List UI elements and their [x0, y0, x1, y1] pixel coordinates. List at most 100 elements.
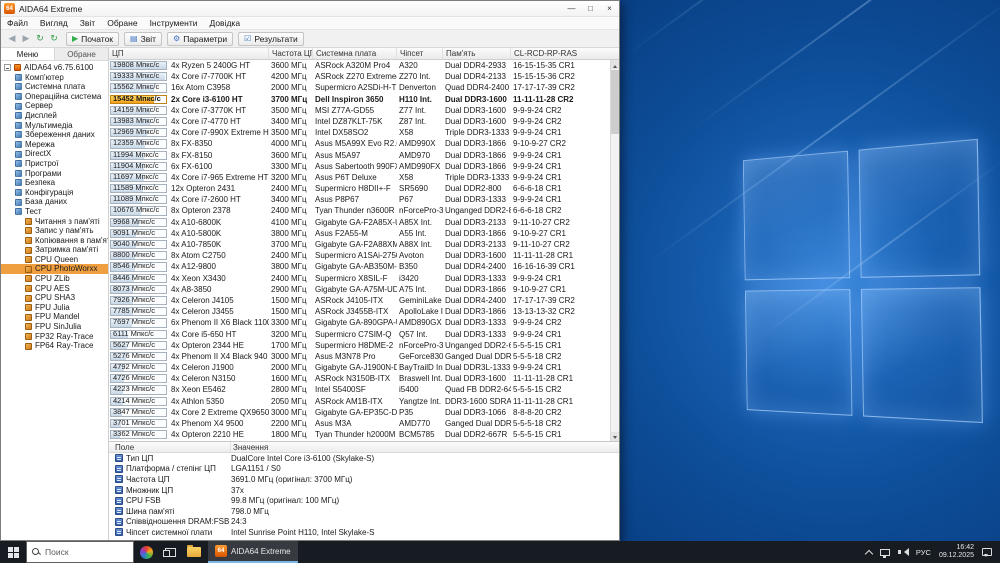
sidebar-item[interactable]: DirectX	[1, 149, 108, 159]
result-row[interactable]: 7926 Мпкс/с 4x Celeron J4105 1500 МГц AS…	[109, 295, 610, 306]
benchmark-item[interactable]: Копіювання в пам'яті	[1, 236, 108, 246]
field-row[interactable]: Частота ЦП 3691.0 МГц (оригінал: 3700 МГ…	[109, 474, 619, 485]
result-row[interactable]: 13983 Мпкс/с 4x Core i7-4770 HT 3400 МГц…	[109, 116, 610, 127]
taskbar-clock[interactable]: 16:42 09.12.2025	[939, 544, 974, 560]
result-row[interactable]: 14159 Мпкс/с 4x Core i7-3770K HT 3500 МГ…	[109, 105, 610, 116]
sidebar-item[interactable]: Програми	[1, 169, 108, 179]
report-button[interactable]: ▤ Звіт	[124, 31, 163, 46]
column-motherboard[interactable]: Системна плата	[313, 48, 397, 59]
result-row[interactable]: 8800 Мпкс/с 8x Atom C2750 2400 МГц Super…	[109, 250, 610, 261]
result-row[interactable]: 11589 Мпкс/с 12x Opteron 2431 2400 МГц S…	[109, 183, 610, 194]
close-button[interactable]: ×	[600, 1, 619, 16]
sidebar-item[interactable]: Пристрої	[1, 159, 108, 169]
benchmark-item[interactable]: Читання з пам'яті	[1, 217, 108, 227]
start-benchmark-button[interactable]: ▶ Початок	[66, 31, 120, 46]
result-row[interactable]: 11904 Мпкс/с 6x FX-6100 3300 МГц Asus Sa…	[109, 161, 610, 172]
start-button[interactable]	[0, 541, 26, 563]
field-row[interactable]: Платформа / степінг ЦП LGA1151 / S0	[109, 464, 619, 475]
result-row[interactable]: 8446 Мпкс/с 4x Xeon X3430 2400 МГц Super…	[109, 273, 610, 284]
result-row[interactable]: 19333 Мпкс/с 4x Core i7-7700K HT 4200 МГ…	[109, 71, 610, 82]
tab-favorites[interactable]: Обране	[55, 48, 108, 60]
preferences-button[interactable]: ⚙ Параметри	[167, 31, 234, 46]
scrollbar-thumb[interactable]	[611, 70, 619, 134]
result-row[interactable]: 12969 Мпкс/с 4x Core i7-990X Extreme HT …	[109, 127, 610, 138]
menu-item[interactable]: Вигляд	[34, 18, 74, 28]
result-row[interactable]: 11994 Мпкс/с 8x FX-8150 3600 МГц Asus M5…	[109, 150, 610, 161]
result-row[interactable]: 8546 Мпкс/с 4x A12-9800 3800 МГц Gigabyt…	[109, 261, 610, 272]
result-row[interactable]: 11697 Мпкс/с 4x Core i7-965 Extreme HT 3…	[109, 172, 610, 183]
tab-menu[interactable]: Меню	[1, 48, 55, 60]
scroll-up-button[interactable]	[611, 60, 619, 69]
column-memory[interactable]: Пам'ять	[443, 48, 511, 59]
result-row[interactable]: 15452 Мпкс/с 2x Core i3-6100 HT 3700 МГц…	[109, 94, 610, 105]
sidebar-item[interactable]: База даних	[1, 197, 108, 207]
file-explorer-button[interactable]	[182, 541, 206, 563]
sidebar-item[interactable]: Системна плата	[1, 82, 108, 92]
reload-icon[interactable]: ↻	[47, 33, 61, 44]
result-row[interactable]: 3847 Мпкс/с 4x Core 2 Extreme QX9650 300…	[109, 407, 610, 418]
sidebar-item[interactable]: Комп'ютер	[1, 73, 108, 83]
field-row[interactable]: Множник ЦП 37x	[109, 485, 619, 496]
field-row[interactable]: Співвідношення DRAM:FSB 24:3	[109, 517, 619, 528]
column-frequency[interactable]: Частота ЦП	[269, 48, 313, 59]
tree-root[interactable]: AIDA64 v6.75.6100	[1, 63, 108, 73]
result-row[interactable]: 4726 Мпкс/с 4x Celeron N3150 1600 МГц AS…	[109, 373, 610, 384]
menu-item[interactable]: Файл	[1, 18, 34, 28]
benchmark-item[interactable]: FP32 Ray-Trace	[1, 332, 108, 342]
collapse-icon[interactable]	[4, 64, 11, 72]
benchmark-item[interactable]: FPU SinJulia	[1, 322, 108, 332]
result-row[interactable]: 10676 Мпкс/с 8x Opteron 2378 2400 МГц Ty…	[109, 205, 610, 216]
result-row[interactable]: 8073 Мпкс/с 4x A8-3850 2900 МГц Gigabyte…	[109, 284, 610, 295]
cortana-button[interactable]	[134, 541, 158, 563]
title-bar[interactable]: 64 AIDA64 Extreme — □ ×	[1, 1, 619, 17]
refresh-icon[interactable]: ↻	[33, 33, 47, 44]
results-button[interactable]: ☑ Результати	[238, 31, 304, 46]
benchmark-item[interactable]: FPU Julia	[1, 303, 108, 313]
result-row[interactable]: 4223 Мпкс/с 8x Xeon E5462 2800 МГц Intel…	[109, 384, 610, 395]
field-row[interactable]: Тип ЦП DualCore Intel Core i3-6100 (Skyl…	[109, 453, 619, 464]
vertical-scrollbar[interactable]	[610, 60, 619, 441]
field-row[interactable]: Шина пам'яті 798.0 МГц	[109, 506, 619, 517]
benchmark-item[interactable]: CPU AES	[1, 284, 108, 294]
result-row[interactable]: 7785 Мпкс/с 4x Celeron J3455 1500 МГц AS…	[109, 306, 610, 317]
benchmark-item[interactable]: CPU SHA3	[1, 293, 108, 303]
sidebar-item[interactable]: Дисплей	[1, 111, 108, 121]
sidebar-item[interactable]: Мультимедіа	[1, 121, 108, 131]
result-row[interactable]: 4214 Мпкс/с 4x Athlon 5350 2050 МГц ASRo…	[109, 396, 610, 407]
benchmark-item[interactable]: CPU Queen	[1, 255, 108, 265]
task-view-button[interactable]	[158, 541, 182, 563]
network-icon[interactable]	[879, 548, 890, 558]
language-indicator[interactable]: РУС	[916, 548, 931, 557]
result-row[interactable]: 11089 Мпкс/с 4x Core i7-2600 HT 3400 МГц…	[109, 194, 610, 205]
column-field[interactable]: Поле	[109, 442, 231, 452]
field-row[interactable]: CPU FSB 99.8 МГц (оригінал: 100 МГц)	[109, 495, 619, 506]
field-row[interactable]: Чіпсет системної плати Intel Sunrise Poi…	[109, 527, 619, 538]
sidebar-item[interactable]: Безпека	[1, 178, 108, 188]
sidebar-item[interactable]: Мережа	[1, 140, 108, 150]
maximize-button[interactable]: □	[581, 1, 600, 16]
result-row[interactable]: 7697 Мпкс/с 6x Phenom II X6 Black 1100T …	[109, 317, 610, 328]
menu-item[interactable]: Інструменти	[144, 18, 204, 28]
volume-icon[interactable]	[897, 547, 909, 557]
sidebar-item[interactable]: Операційна система	[1, 92, 108, 102]
result-row[interactable]: 5627 Мпкс/с 4x Opteron 2344 HE 1700 МГц …	[109, 340, 610, 351]
benchmark-item[interactable]: CPU PhotoWorxx	[1, 264, 108, 275]
scroll-down-button[interactable]	[611, 432, 619, 441]
menu-item[interactable]: Довідка	[203, 18, 246, 28]
column-value[interactable]: Значення	[231, 442, 619, 453]
benchmark-item[interactable]: CPU ZLib	[1, 274, 108, 284]
sidebar-item-benchmark[interactable]: Тест	[1, 207, 108, 217]
result-row[interactable]: 9040 Мпкс/с 4x A10-7850K 3700 МГц Gigaby…	[109, 239, 610, 250]
result-row[interactable]: 5276 Мпкс/с 4x Phenom II X4 Black 940 30…	[109, 351, 610, 362]
result-row[interactable]: 9968 Мпкс/с 4x A10-6800K 4100 МГц Gigaby…	[109, 217, 610, 228]
back-icon[interactable]: ◀	[5, 33, 19, 44]
sidebar-item[interactable]: Конфігурація	[1, 188, 108, 198]
benchmark-item[interactable]: Затримка пам'яті	[1, 245, 108, 255]
results-header[interactable]: ЦП Частота ЦП Системна плата Чіпсет Пам'…	[109, 48, 619, 60]
column-chipset[interactable]: Чіпсет	[397, 48, 443, 59]
column-timings[interactable]: CL-RCD-RP-RAS	[511, 48, 619, 59]
benchmark-item[interactable]: Запис у пам'ять	[1, 226, 108, 236]
minimize-button[interactable]: —	[562, 1, 581, 16]
column-cpu[interactable]: ЦП	[109, 48, 269, 59]
forward-icon[interactable]: ▶	[19, 33, 33, 44]
